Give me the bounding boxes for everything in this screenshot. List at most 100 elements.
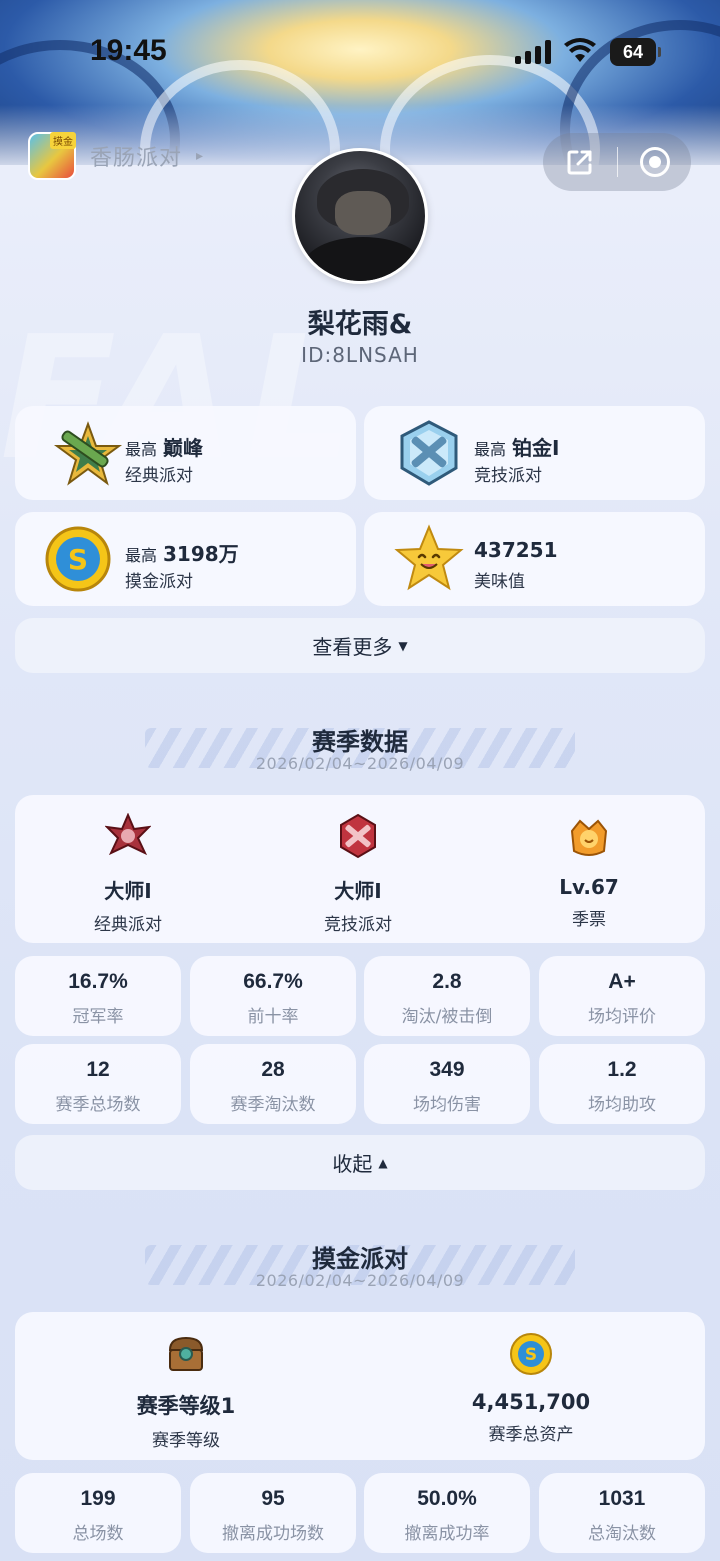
crossed-guns-badge-icon xyxy=(400,420,458,486)
highlight-mode: 经典派对 xyxy=(125,466,193,486)
season-stat: 2.8 淘汰/被击倒 xyxy=(364,956,530,1036)
view-more-button[interactable]: 查看更多 ▼ xyxy=(15,618,705,673)
season-stat: A+ 场均评价 xyxy=(539,956,705,1036)
miniprogram-capsule xyxy=(543,133,691,191)
svg-text:S: S xyxy=(525,1345,537,1365)
season-date-range: 2026/02/04~2026/04/09 xyxy=(255,754,465,773)
stat-value: 28 xyxy=(261,1058,285,1081)
gold-coin-icon: S xyxy=(45,526,111,592)
stat-label: 场均助攻 xyxy=(588,1095,656,1115)
season-pass-crown-icon xyxy=(570,819,608,856)
player-id: ID:8LNSAH xyxy=(301,343,419,367)
stat-value: 66.7% xyxy=(243,970,303,993)
season-stat: 28 赛季淘汰数 xyxy=(190,1044,356,1124)
rank-value: 大师I xyxy=(104,879,152,903)
stat-value: 50.0% xyxy=(417,1487,477,1510)
wifi-icon xyxy=(564,38,596,62)
stat-label: 场均伤害 xyxy=(413,1095,481,1115)
stat-value: 16.7% xyxy=(68,970,128,993)
collapse-label: 收起 xyxy=(332,1152,373,1176)
stat-value: 12 xyxy=(86,1058,110,1081)
record-circle-icon xyxy=(639,147,670,177)
stat-label: 撤离成功场数 xyxy=(222,1524,324,1544)
avatar[interactable] xyxy=(292,148,428,284)
season-stat: 12 赛季总场数 xyxy=(15,1044,181,1124)
stat-label: 场均评价 xyxy=(588,1007,656,1027)
app-icon-tag: 摸金 xyxy=(50,132,76,149)
stat-value: 95 xyxy=(261,1487,285,1510)
treasure-chest-icon xyxy=(168,1336,204,1371)
caret-up-icon: ▲ xyxy=(378,1155,388,1170)
season-stat: 349 场均伤害 xyxy=(364,1044,530,1124)
gold-stat: 1031 总淘汰数 xyxy=(539,1473,705,1553)
stat-label: 总场数 xyxy=(72,1524,124,1544)
collapse-button[interactable]: 收起 ▲ xyxy=(15,1135,705,1190)
highlight-mode: 竞技派对 xyxy=(474,466,542,486)
chevron-right-icon: ▸ xyxy=(196,148,204,164)
gold-item-value: 赛季等级1 xyxy=(136,1394,236,1418)
highlight-card-competitive[interactable]: 最高 铂金I 竞技派对 xyxy=(364,406,705,500)
player-nickname: 梨花雨& xyxy=(307,309,413,340)
rank-classic[interactable]: 大师I 经典派对 xyxy=(28,812,228,935)
master-rank-emblem-icon xyxy=(104,812,152,856)
stat-label: 冠军率 xyxy=(72,1007,124,1027)
stat-label: 前十率 xyxy=(247,1007,299,1027)
rank-label: 经典派对 xyxy=(94,915,162,935)
app-switcher[interactable]: 摸金 香肠派对 ▸ xyxy=(28,132,203,180)
highlight-card-gold[interactable]: S 最高 3198万 摸金派对 xyxy=(15,512,356,606)
rank-label: 竞技派对 xyxy=(324,915,392,935)
stat-value: 1.2 xyxy=(607,1058,637,1081)
status-bar: 19:45 64 xyxy=(0,0,720,105)
highlight-mode: 摸金派对 xyxy=(125,572,193,592)
stat-value: 349 xyxy=(429,1058,465,1081)
highlight-prefix: 最高 xyxy=(474,440,507,459)
stat-label: 赛季淘汰数 xyxy=(230,1095,316,1115)
gold-party-card: 赛季等级1 赛季等级 S 4,451,700 赛季总资产 xyxy=(15,1312,705,1460)
gold-season-level[interactable]: 赛季等级1 赛季等级 xyxy=(36,1332,336,1451)
rank-value: Lv.67 xyxy=(559,875,619,899)
highlight-prefix: 最高 xyxy=(125,440,158,459)
app-icon: 摸金 xyxy=(28,132,76,180)
svg-text:S: S xyxy=(68,543,88,576)
rank-label: 季票 xyxy=(572,910,606,930)
stat-value: 1031 xyxy=(598,1487,646,1510)
rank-value: 大师I xyxy=(334,879,382,903)
status-time: 19:45 xyxy=(90,34,167,67)
gold-stat: 50.0% 撤离成功率 xyxy=(364,1473,530,1553)
highlight-value: 巅峰 xyxy=(163,436,204,460)
gold-section-title: 摸金派对 xyxy=(312,1245,408,1273)
share-icon xyxy=(567,150,592,175)
season-stat: 16.7% 冠军率 xyxy=(15,956,181,1036)
season-ranks-card: 大师I 经典派对 大师I 竞技派对 Lv.67 季票 xyxy=(15,795,705,943)
stat-value: 199 xyxy=(80,1487,116,1510)
gold-stat: 199 总场数 xyxy=(15,1473,181,1553)
master-rank-emblem-red-icon xyxy=(340,813,376,859)
gold-item-value: 4,451,700 xyxy=(471,1390,591,1414)
highlight-prefix: 最高 xyxy=(125,546,158,565)
rank-season-pass[interactable]: Lv.67 季票 xyxy=(489,813,689,930)
highlight-value: 437251 xyxy=(474,538,558,562)
stat-label: 总淘汰数 xyxy=(588,1524,656,1544)
highlight-card-taste[interactable]: 437251 美味值 xyxy=(364,512,705,606)
stat-value: 2.8 xyxy=(432,970,462,993)
caret-down-icon: ▼ xyxy=(398,638,408,653)
highlight-card-classic[interactable]: 最高 巅峰 经典派对 xyxy=(15,406,356,500)
season-stat: 1.2 场均助攻 xyxy=(539,1044,705,1124)
gold-total-assets[interactable]: S 4,451,700 赛季总资产 xyxy=(381,1332,681,1445)
view-more-label: 查看更多 xyxy=(312,635,393,659)
gold-item-label: 赛季总资产 xyxy=(488,1425,574,1445)
stat-label: 淘汰/被击倒 xyxy=(401,1007,493,1027)
highlight-value: 铂金I xyxy=(512,436,560,460)
close-miniprogram-button[interactable] xyxy=(618,133,691,191)
share-button[interactable] xyxy=(543,133,617,191)
season-stat: 66.7% 前十率 xyxy=(190,956,356,1036)
battery-icon: 64 xyxy=(610,38,661,66)
cellular-signal-icon xyxy=(515,40,551,64)
highlight-mode: 美味值 xyxy=(474,572,525,592)
gold-date-range: 2026/02/04~2026/04/09 xyxy=(255,1271,465,1290)
season-section-title: 赛季数据 xyxy=(312,728,408,756)
rank-competitive[interactable]: 大师I 竞技派对 xyxy=(258,813,458,935)
stat-value: A+ xyxy=(608,970,636,993)
gold-coin-icon: S xyxy=(510,1333,552,1375)
app-name: 香肠派对 xyxy=(90,146,183,171)
